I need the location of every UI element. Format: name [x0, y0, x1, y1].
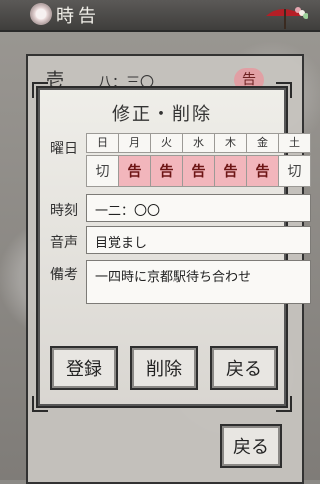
toggle-fri[interactable]: 告 — [246, 155, 278, 187]
register-button[interactable]: 登録 — [50, 346, 118, 390]
frame-corner — [32, 82, 48, 98]
notes-label: 備考 — [50, 267, 78, 283]
notes-field[interactable]: 一四時に京都駅待ち合わせ — [86, 260, 311, 304]
weekday-header: 日 月 火 水 木 金 土 — [86, 133, 311, 153]
toggle-sun[interactable]: 切 — [86, 155, 118, 187]
footer-back-button[interactable]: 戻る — [220, 424, 282, 468]
voice-field[interactable]: 目覚まし — [86, 226, 311, 254]
voice-label: 音声 — [50, 235, 78, 251]
weekday-fri: 金 — [246, 133, 278, 153]
weekday-label: 曜日 — [50, 141, 78, 157]
toggle-sat[interactable]: 切 — [278, 155, 311, 187]
sakura-icon — [30, 3, 52, 25]
weekday-thu: 木 — [214, 133, 246, 153]
toggle-thu[interactable]: 告 — [214, 155, 246, 187]
top-bar: 時告 — [0, 0, 320, 32]
frame-corner — [276, 396, 292, 412]
dialog-title: 修正・削除 — [112, 104, 212, 125]
umbrella-icon — [266, 7, 308, 29]
edit-delete-dialog: 修正・削除 曜日 日 月 火 水 木 金 土 切 告 告 告 告 告 切 時刻 … — [32, 82, 311, 412]
back-button[interactable]: 戻る — [210, 346, 278, 390]
weekday-tue: 火 — [150, 133, 182, 153]
weekday-mon: 月 — [118, 133, 150, 153]
toggle-wed[interactable]: 告 — [182, 155, 214, 187]
frame-corner — [32, 396, 48, 412]
app-title: 時告 — [56, 6, 100, 27]
weekday-sun: 日 — [86, 133, 118, 153]
weekday-sat: 土 — [278, 133, 311, 153]
weekday-toggles: 切 告 告 告 告 告 切 — [86, 155, 311, 187]
toggle-tue[interactable]: 告 — [150, 155, 182, 187]
time-label: 時刻 — [50, 203, 78, 219]
weekday-wed: 水 — [182, 133, 214, 153]
frame-corner — [276, 82, 292, 98]
delete-button[interactable]: 削除 — [130, 346, 198, 390]
time-field[interactable]: 一二：〇〇 — [86, 194, 311, 222]
toggle-mon[interactable]: 告 — [118, 155, 150, 187]
